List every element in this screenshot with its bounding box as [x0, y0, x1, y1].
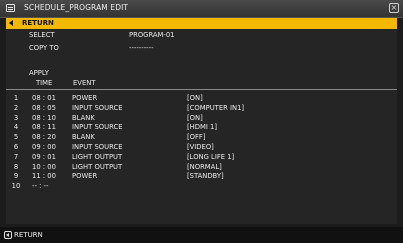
row-number: 3: [13, 113, 19, 122]
window-title: SCHEDULE_PROGRAM EDIT: [24, 3, 129, 12]
row-event: LIGHT OUTPUT: [72, 152, 123, 161]
schedule-program-edit-screen: SCHEDULE_PROGRAM EDIT × RETURN SELECT PR…: [0, 0, 403, 243]
footer-return-label[interactable]: RETURN: [14, 231, 43, 239]
row-time: 11 : 00: [32, 172, 56, 181]
table-row[interactable]: 4 08 : 11 INPUT SOURCE [HDMI 1]: [6, 123, 397, 132]
row-event: POWER: [72, 172, 98, 181]
menu-list-icon: [6, 4, 15, 12]
time-column-header: TIME: [36, 79, 53, 87]
table-row[interactable]: 9 11 : 00 POWER [STANDBY]: [6, 172, 397, 181]
return-label: RETURN: [22, 19, 54, 27]
row-number: 6: [13, 143, 19, 151]
copy-to-value[interactable]: ----------: [129, 44, 154, 52]
row-number: 10: [11, 182, 21, 191]
row-event: BLANK: [72, 113, 95, 122]
row-time: 09 : 01: [32, 152, 56, 161]
row-number: 1: [13, 94, 19, 102]
row-parameter: [LONG LIFE 1]: [187, 152, 235, 161]
title-bar: SCHEDULE_PROGRAM EDIT ×: [0, 0, 403, 18]
table-row[interactable]: 5 08 : 20 BLANK [OFF]: [6, 133, 397, 142]
apply-button[interactable]: APPLY: [29, 69, 49, 77]
row-event: BLANK: [72, 133, 95, 142]
table-row[interactable]: 3 08 : 10 BLANK [ON]: [6, 114, 397, 123]
row-event: INPUT SOURCE: [72, 123, 123, 132]
menu-panel: RETURN SELECT PROGRAM-01 COPY TO -------…: [6, 18, 397, 224]
bottom-bar: RETURN: [0, 227, 403, 243]
copy-to-label[interactable]: COPY TO: [29, 44, 59, 52]
row-parameter: [HDMI 1]: [187, 123, 218, 132]
row-time: 08 : 11: [32, 123, 56, 132]
event-column-header: EVENT: [73, 79, 96, 87]
table-row[interactable]: 2 08 : 05 INPUT SOURCE [COMPUTER IN1]: [6, 104, 397, 113]
row-number: 2: [13, 103, 19, 112]
row-time: 08 : 01: [32, 94, 56, 102]
row-parameter: [COMPUTER IN1]: [187, 103, 245, 112]
row-time: 08 : 05: [32, 103, 56, 112]
table-row[interactable]: 7 09 : 01 LIGHT OUTPUT [LONG LIFE 1]: [6, 153, 397, 162]
row-number: 4: [13, 123, 19, 132]
row-parameter: [VIDEO]: [187, 143, 214, 151]
table-row[interactable]: 6 09 : 00 INPUT SOURCE [VIDEO]: [6, 143, 397, 152]
close-icon[interactable]: ×: [389, 3, 399, 13]
table-row[interactable]: 10 -- : --: [6, 182, 397, 191]
header-divider: [6, 89, 397, 90]
table-row[interactable]: 1 08 : 01 POWER [ON]: [6, 94, 397, 103]
row-number: 8: [13, 162, 19, 171]
row-number: 9: [13, 172, 19, 181]
row-event: INPUT SOURCE: [72, 103, 123, 112]
row-number: 7: [13, 152, 19, 161]
left-arrow-icon: [9, 20, 13, 26]
row-parameter: [ON]: [187, 94, 203, 102]
row-time: -- : --: [32, 182, 49, 191]
row-parameter: [NORMAL]: [187, 162, 222, 171]
row-parameter: [STANDBY]: [187, 172, 224, 181]
row-event: INPUT SOURCE: [72, 143, 123, 151]
row-event: POWER: [72, 94, 98, 102]
row-parameter: [OFF]: [187, 133, 206, 142]
row-time: 08 : 10: [32, 113, 56, 122]
row-time: 10 : 00: [32, 162, 56, 171]
back-arrow-icon[interactable]: [4, 231, 12, 239]
row-number: 5: [13, 133, 19, 142]
row-time: 08 : 20: [32, 133, 56, 142]
row-time: 09 : 00: [32, 143, 56, 151]
row-event: LIGHT OUTPUT: [72, 162, 123, 171]
row-parameter: [ON]: [187, 113, 203, 122]
select-label[interactable]: SELECT: [29, 31, 55, 39]
return-menu-item[interactable]: RETURN: [6, 18, 397, 29]
select-value[interactable]: PROGRAM-01: [129, 31, 175, 39]
table-row[interactable]: 8 10 : 00 LIGHT OUTPUT [NORMAL]: [6, 163, 397, 172]
